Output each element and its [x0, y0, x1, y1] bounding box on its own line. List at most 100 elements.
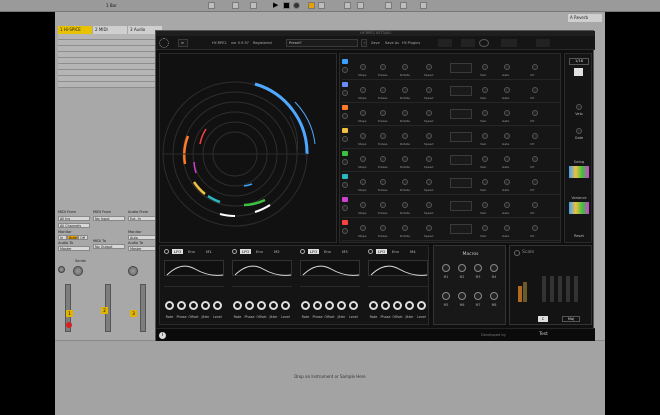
midi-panel-button[interactable]: [461, 39, 475, 47]
lane-knob[interactable]: [380, 64, 386, 70]
lane-knob[interactable]: [426, 133, 432, 139]
lfo-power-icon[interactable]: [300, 249, 305, 254]
lane-knob[interactable]: [482, 156, 488, 162]
lane-power-icon[interactable]: [342, 136, 348, 142]
lane-color-chip[interactable]: [342, 128, 348, 133]
env-tab[interactable]: Env: [256, 249, 263, 254]
clip-slots-track-2[interactable]: [93, 34, 129, 214]
lfo-tab[interactable]: LFO: [308, 249, 320, 254]
punch-in-button[interactable]: [344, 2, 351, 9]
lane-knob[interactable]: [380, 225, 386, 231]
midi-channel-select[interactable]: All Channels: [58, 223, 90, 228]
preset-selector[interactable]: Preset?: [286, 39, 358, 47]
track-header-1[interactable]: 1 Hi-SPICE: [58, 26, 92, 34]
lfo-waveform-display[interactable]: [300, 260, 360, 276]
lfo-tab[interactable]: LFO: [240, 249, 252, 254]
lane-knob[interactable]: [532, 110, 538, 116]
tool-button[interactable]: [501, 39, 517, 47]
lane-knob[interactable]: [380, 87, 386, 93]
lane-knob[interactable]: [504, 225, 510, 231]
preset-prev-button[interactable]: ‹: [361, 39, 367, 47]
lane-knob[interactable]: [482, 64, 488, 70]
lane-color-chip[interactable]: [342, 220, 348, 225]
lane-knob[interactable]: [402, 64, 408, 70]
menu-button[interactable]: ≡: [178, 39, 188, 47]
lane-knob[interactable]: [504, 156, 510, 162]
drop-zone[interactable]: Drop an Instrument or Sample Here: [55, 340, 605, 415]
lfo-knob[interactable]: [233, 301, 242, 310]
lane-knob[interactable]: [380, 156, 386, 162]
lfo-knob[interactable]: [417, 301, 426, 310]
stop-button[interactable]: [283, 2, 290, 9]
lane-knob[interactable]: [360, 87, 366, 93]
lane-power-icon[interactable]: [342, 205, 348, 211]
lane-knob[interactable]: [402, 87, 408, 93]
lane-knob[interactable]: [532, 225, 538, 231]
lfo-knob[interactable]: [393, 301, 402, 310]
midi-from-select-2[interactable]: No Input: [93, 216, 125, 221]
lfo-knob[interactable]: [337, 301, 346, 310]
midi-map-button[interactable]: [420, 2, 427, 9]
macro-knob[interactable]: [474, 264, 482, 272]
lane-knob[interactable]: [402, 202, 408, 208]
lane-knob[interactable]: [380, 179, 386, 185]
automation-arm-button[interactable]: [308, 2, 315, 9]
lfo-knob[interactable]: [325, 301, 334, 310]
lfo-knob[interactable]: [165, 301, 174, 310]
lane-knob[interactable]: [360, 202, 366, 208]
lane-power-icon[interactable]: [342, 113, 348, 119]
track-number-3[interactable]: 3: [130, 310, 137, 317]
lane-knob[interactable]: [504, 87, 510, 93]
lane-knob[interactable]: [482, 133, 488, 139]
lane-knob[interactable]: [360, 133, 366, 139]
lfo-knob[interactable]: [189, 301, 198, 310]
settings-panel-button[interactable]: [438, 39, 452, 47]
track-number-2[interactable]: 2: [101, 307, 108, 314]
lane-mode-box[interactable]: [450, 86, 472, 96]
lfo-waveform-display[interactable]: [232, 260, 292, 276]
save-button[interactable]: Save: [371, 41, 380, 45]
send-knob-3[interactable]: [128, 266, 138, 276]
lfo-knob[interactable]: [301, 301, 310, 310]
plugins-link[interactable]: HY-Plugins: [402, 41, 420, 45]
lane-knob[interactable]: [532, 179, 538, 185]
pan-knob-1[interactable]: [58, 266, 65, 273]
key-map-button[interactable]: [400, 2, 407, 9]
lfo-knob[interactable]: [313, 301, 322, 310]
lane-knob[interactable]: [426, 179, 432, 185]
macro-knob[interactable]: [458, 264, 466, 272]
lane-knob[interactable]: [402, 225, 408, 231]
gate-knob[interactable]: [576, 128, 582, 134]
monitor-in-button[interactable]: In: [58, 235, 67, 240]
lane-knob[interactable]: [504, 64, 510, 70]
lfo-shape-selector[interactable]: [232, 281, 292, 287]
lane-knob[interactable]: [532, 64, 538, 70]
lane-knob[interactable]: [380, 133, 386, 139]
lfo-tab[interactable]: LFO: [172, 249, 184, 254]
clip-slots-track-1[interactable]: [58, 34, 94, 214]
play-icon[interactable]: ▶: [273, 2, 280, 9]
macro-knob[interactable]: [458, 292, 466, 300]
lane-knob[interactable]: [402, 110, 408, 116]
lane-mode-box[interactable]: [450, 155, 472, 165]
lfo-power-icon[interactable]: [368, 249, 373, 254]
lane-knob[interactable]: [426, 225, 432, 231]
save-as-button[interactable]: Save As: [385, 41, 399, 45]
send-knob-1[interactable]: [73, 266, 83, 276]
lane-knob[interactable]: [532, 156, 538, 162]
metronome-button[interactable]: [208, 2, 215, 9]
euclidean-ring-display[interactable]: [159, 53, 337, 243]
record-button[interactable]: [293, 2, 300, 9]
lfo-waveform-display[interactable]: [368, 260, 428, 276]
lane-knob[interactable]: [482, 110, 488, 116]
variance-grid[interactable]: [569, 202, 589, 214]
lane-knob[interactable]: [482, 179, 488, 185]
lane-knob[interactable]: [360, 179, 366, 185]
midi-to-select[interactable]: No Output: [93, 244, 125, 249]
power-icon[interactable]: [479, 39, 489, 47]
lane-knob[interactable]: [426, 202, 432, 208]
punch-out-button[interactable]: [357, 2, 364, 9]
lane-knob[interactable]: [380, 110, 386, 116]
reset-button[interactable]: Reset: [565, 234, 593, 238]
lane-knob[interactable]: [426, 156, 432, 162]
